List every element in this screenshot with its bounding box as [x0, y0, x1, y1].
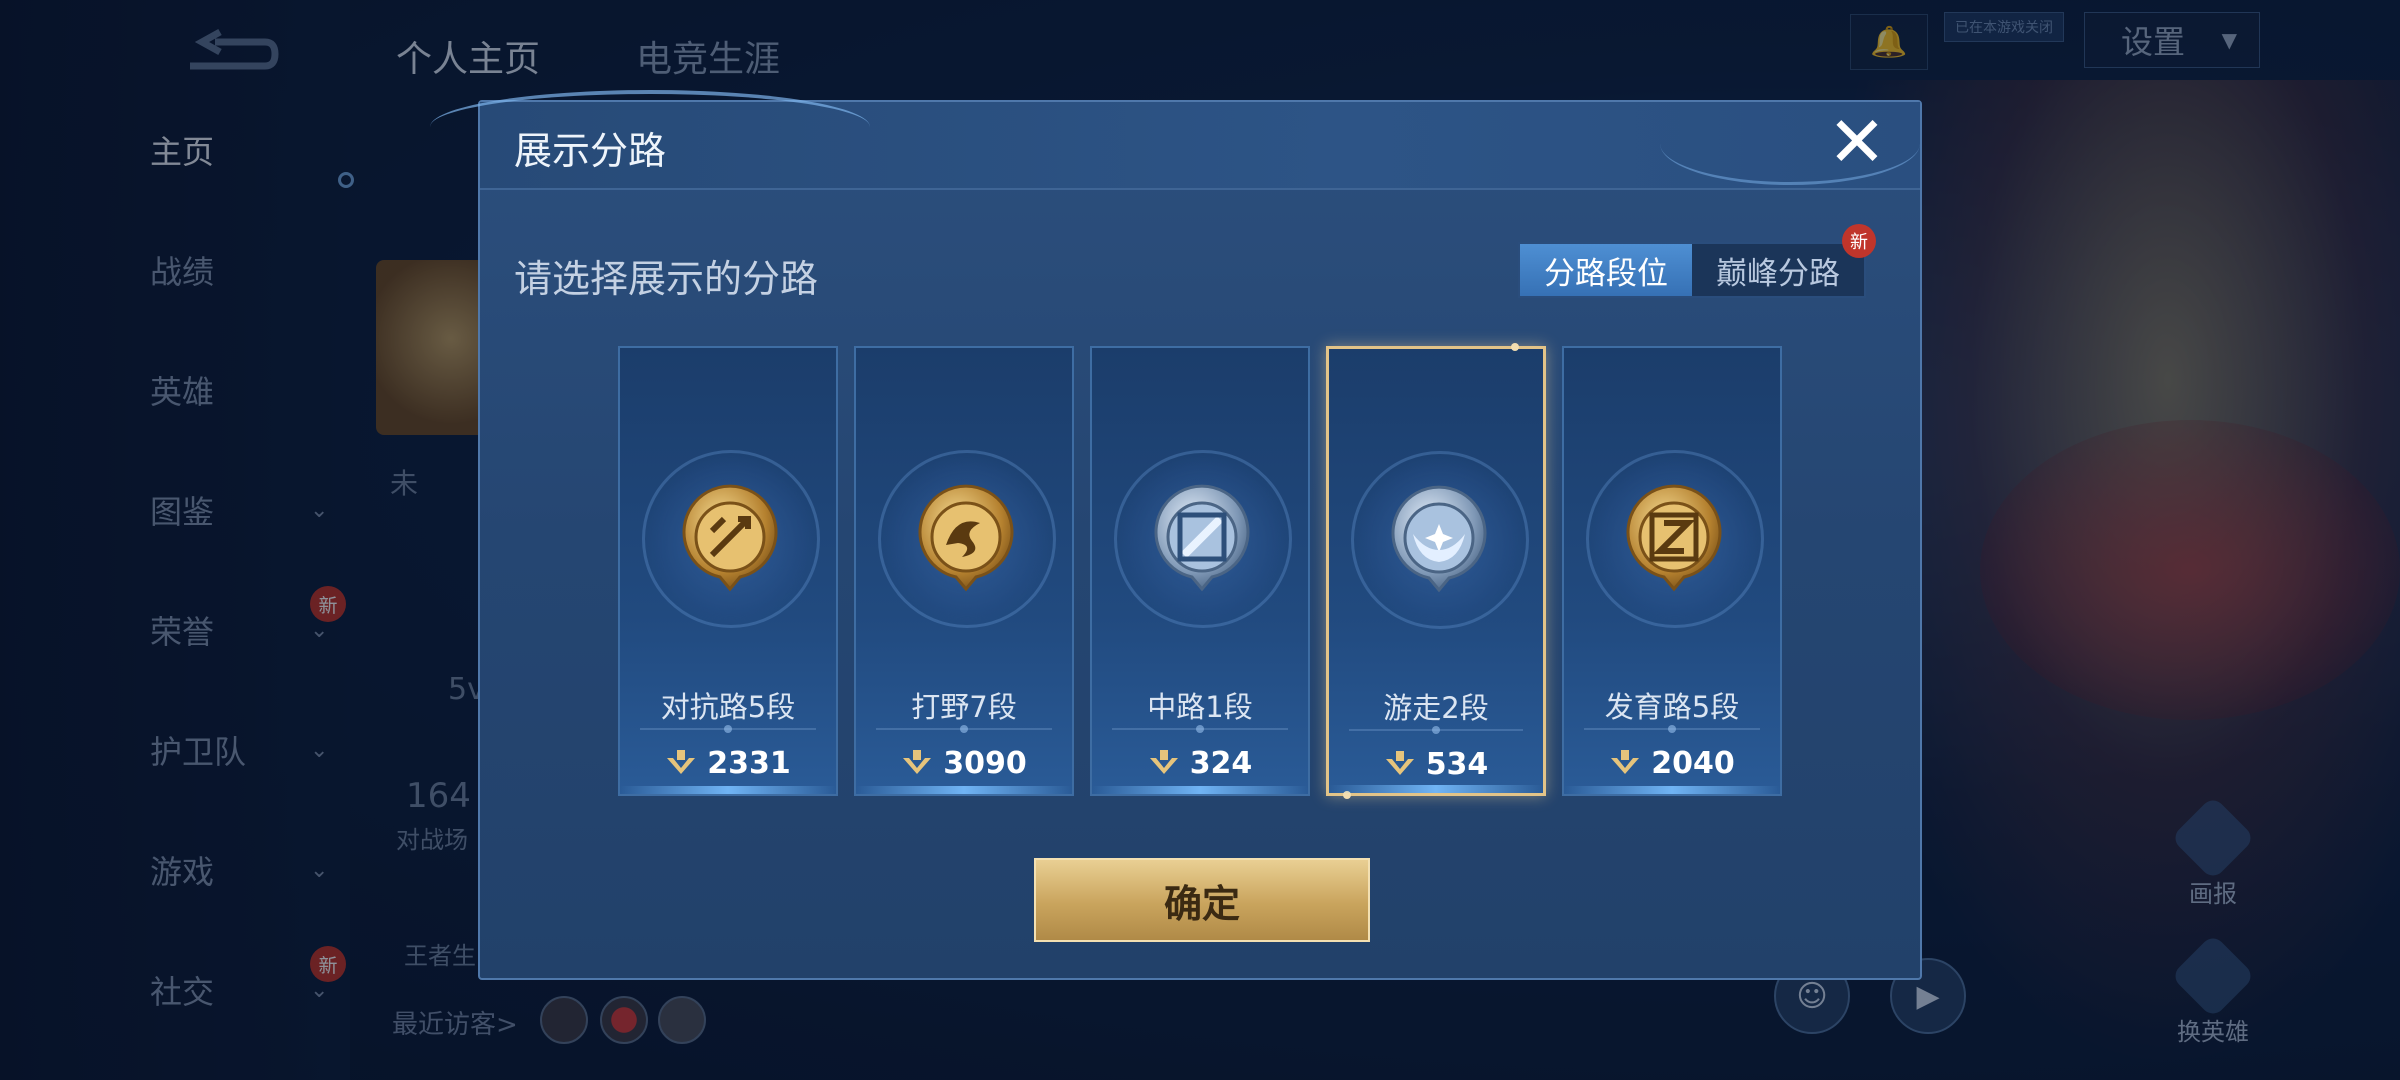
lane-score: 324: [1092, 746, 1308, 781]
tab-peak-lane[interactable]: 巅峰分路 新: [1692, 224, 1876, 296]
farm-lane-emblem-icon: [1626, 484, 1722, 592]
lane-rank-label: 中路1段: [1147, 690, 1253, 724]
lane-score: 534: [1329, 747, 1543, 782]
lane-rank-label: 发育路5段: [1604, 690, 1740, 724]
clash-lane-emblem-icon: [682, 484, 778, 592]
lane-card[interactable]: 对抗路5段 2331: [618, 346, 838, 796]
lane-card[interactable]: 中路1段 324: [1090, 346, 1310, 796]
jungle-emblem-icon: [918, 484, 1014, 592]
lane-score-icon: [667, 749, 696, 774]
lane-rank-label: 对抗路5段: [660, 690, 796, 724]
lane-score-icon: [1385, 750, 1414, 775]
lane-card[interactable]: 打野7段 3090: [854, 346, 1074, 796]
selection-corner-dot: [1511, 343, 1519, 351]
dialog-subtitle: 请选择展示的分路: [514, 257, 819, 301]
divider: [1584, 725, 1760, 733]
mid-lane-emblem-icon: [1154, 484, 1250, 592]
divider: [876, 725, 1052, 733]
card-bottom-glow: [620, 786, 836, 794]
lane-score-value: 534: [1425, 747, 1489, 782]
dialog-header: 展示分路 ✕: [430, 90, 1920, 190]
card-bottom-glow: [1329, 785, 1543, 793]
lane-score-value: 324: [1189, 746, 1253, 781]
lane-score-value: 3090: [943, 746, 1027, 781]
tab-lane-rank[interactable]: 分路段位: [1520, 244, 1692, 296]
lane-mode-toggle: 分路段位 巅峰分路 新: [1518, 224, 1876, 298]
lane-rank-label: 打野7段: [911, 690, 1017, 724]
lane-score-icon: [1149, 749, 1178, 774]
lane-score: 3090: [856, 746, 1072, 781]
tab-peak-lane-label: 巅峰分路: [1716, 255, 1840, 292]
lane-card[interactable]: 游走2段 534: [1326, 343, 1546, 799]
card-bottom-glow: [856, 786, 1072, 794]
lane-display-dialog: 展示分路 ✕ 请选择展示的分路 分路段位 巅峰分路 新 对抗路5段 2331 打野7…: [430, 90, 1922, 980]
new-badge: 新: [1842, 224, 1876, 258]
close-icon[interactable]: ✕: [1824, 107, 1890, 178]
lane-card-list: 对抗路5段 2331 打野7段 3090 中路1段 324 游走2段 534 发育路5段 2040: [618, 343, 1782, 799]
card-bottom-glow: [1092, 786, 1308, 794]
confirm-button[interactable]: 确定: [1034, 858, 1370, 942]
lane-score-icon: [1611, 749, 1640, 774]
card-bottom-glow: [1564, 786, 1780, 794]
lane-score: 2040: [1564, 746, 1780, 781]
divider: [1112, 725, 1288, 733]
divider: [640, 725, 816, 733]
dialog-title: 展示分路: [514, 129, 667, 173]
lane-rank-label: 游走2段: [1383, 691, 1489, 725]
divider: [1349, 726, 1523, 734]
lane-score: 2331: [620, 746, 836, 781]
lane-score-value: 2331: [707, 746, 791, 781]
lane-score-value: 2040: [1651, 746, 1735, 781]
lane-card[interactable]: 发育路5段 2040: [1562, 346, 1782, 796]
lane-score-icon: [903, 749, 932, 774]
roam-emblem-icon: [1391, 485, 1487, 593]
